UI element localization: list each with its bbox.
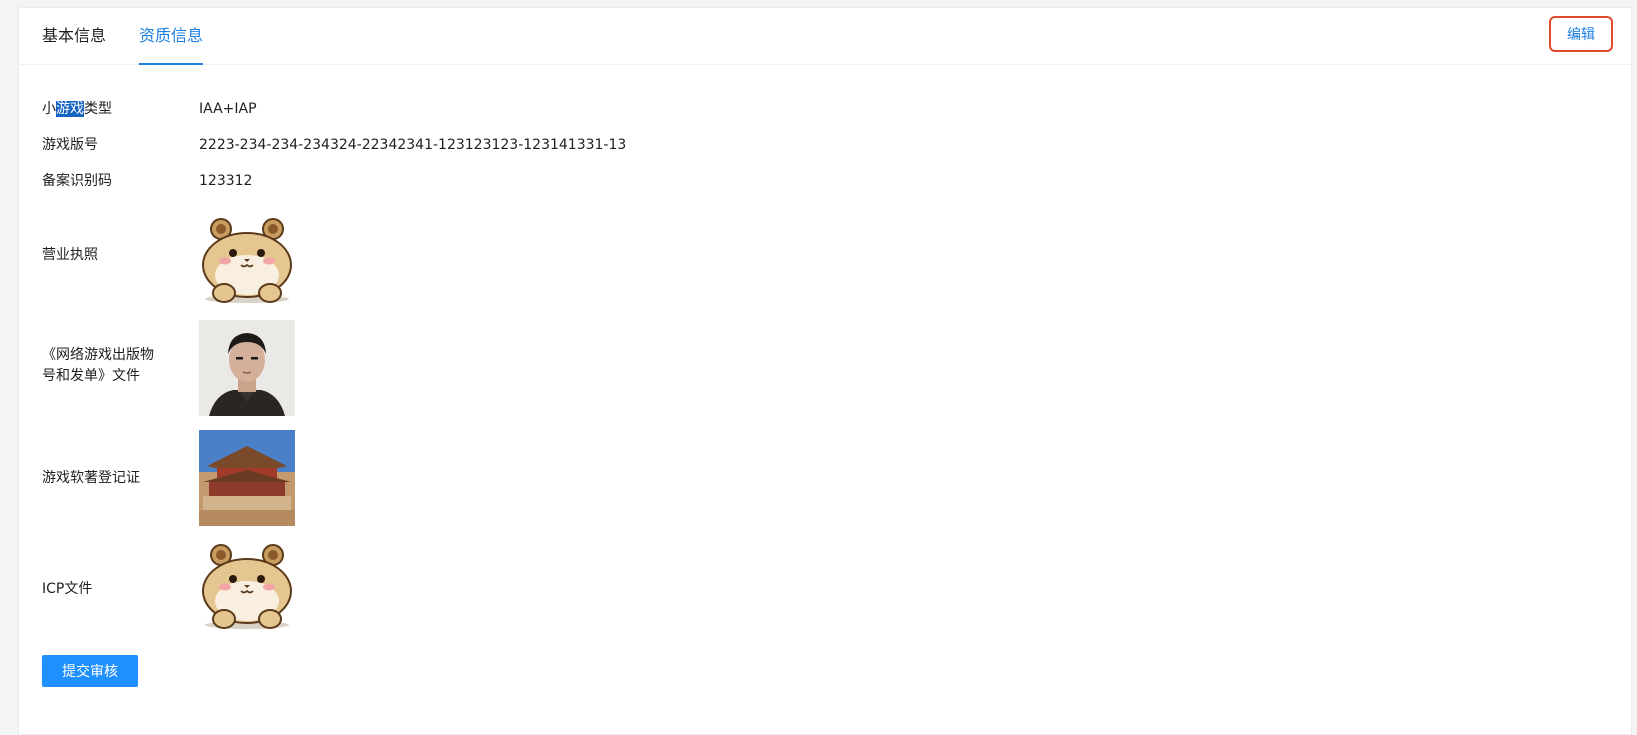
copyright-image[interactable]	[199, 430, 295, 526]
selected-text: 游戏	[56, 101, 84, 117]
tab-bar: 基本信息 资质信息 编辑	[19, 8, 1631, 65]
license-image[interactable]	[199, 215, 295, 311]
field-label-record: 备案识别码	[42, 173, 112, 189]
tab-qualification-info[interactable]: 资质信息	[139, 8, 204, 65]
label-line: 号和发单》文件	[42, 368, 140, 384]
portrait-image	[199, 320, 295, 416]
field-label-icp: ICP文件	[42, 581, 93, 597]
field-label-type: 小游戏类型	[42, 99, 162, 120]
edit-button[interactable]: 编辑	[1549, 16, 1613, 52]
field-value-type: IAA+IAP	[199, 101, 257, 117]
palace-image	[199, 430, 295, 526]
tab-qualification-label: 资质信息	[139, 26, 204, 45]
active-tab-underline	[139, 63, 204, 65]
qualification-card: 基本信息 资质信息 编辑 小游戏类型 IAA+IAP 游戏版号 2223-234…	[18, 7, 1632, 735]
field-label-license: 营业执照	[42, 247, 98, 263]
submit-review-button[interactable]: 提交审核	[42, 655, 138, 687]
field-label-version: 游戏版号	[42, 137, 98, 153]
hamster-image	[202, 218, 292, 303]
icp-image[interactable]	[199, 541, 295, 637]
label-part: 类型	[84, 101, 112, 117]
field-value-version: 2223-234-234-234324-22342341-123123123-1…	[199, 137, 627, 153]
field-label-copyright: 游戏软著登记证	[42, 470, 140, 486]
label-part: 小	[42, 101, 56, 117]
field-label-publication: 《网络游戏出版物 号和发单》文件	[42, 345, 167, 387]
tab-basic-info[interactable]: 基本信息	[42, 8, 106, 64]
label-line: 《网络游戏出版物	[42, 347, 154, 363]
publication-image[interactable]	[199, 320, 295, 416]
hamster-image	[202, 544, 292, 629]
field-value-record: 123312	[199, 173, 253, 189]
